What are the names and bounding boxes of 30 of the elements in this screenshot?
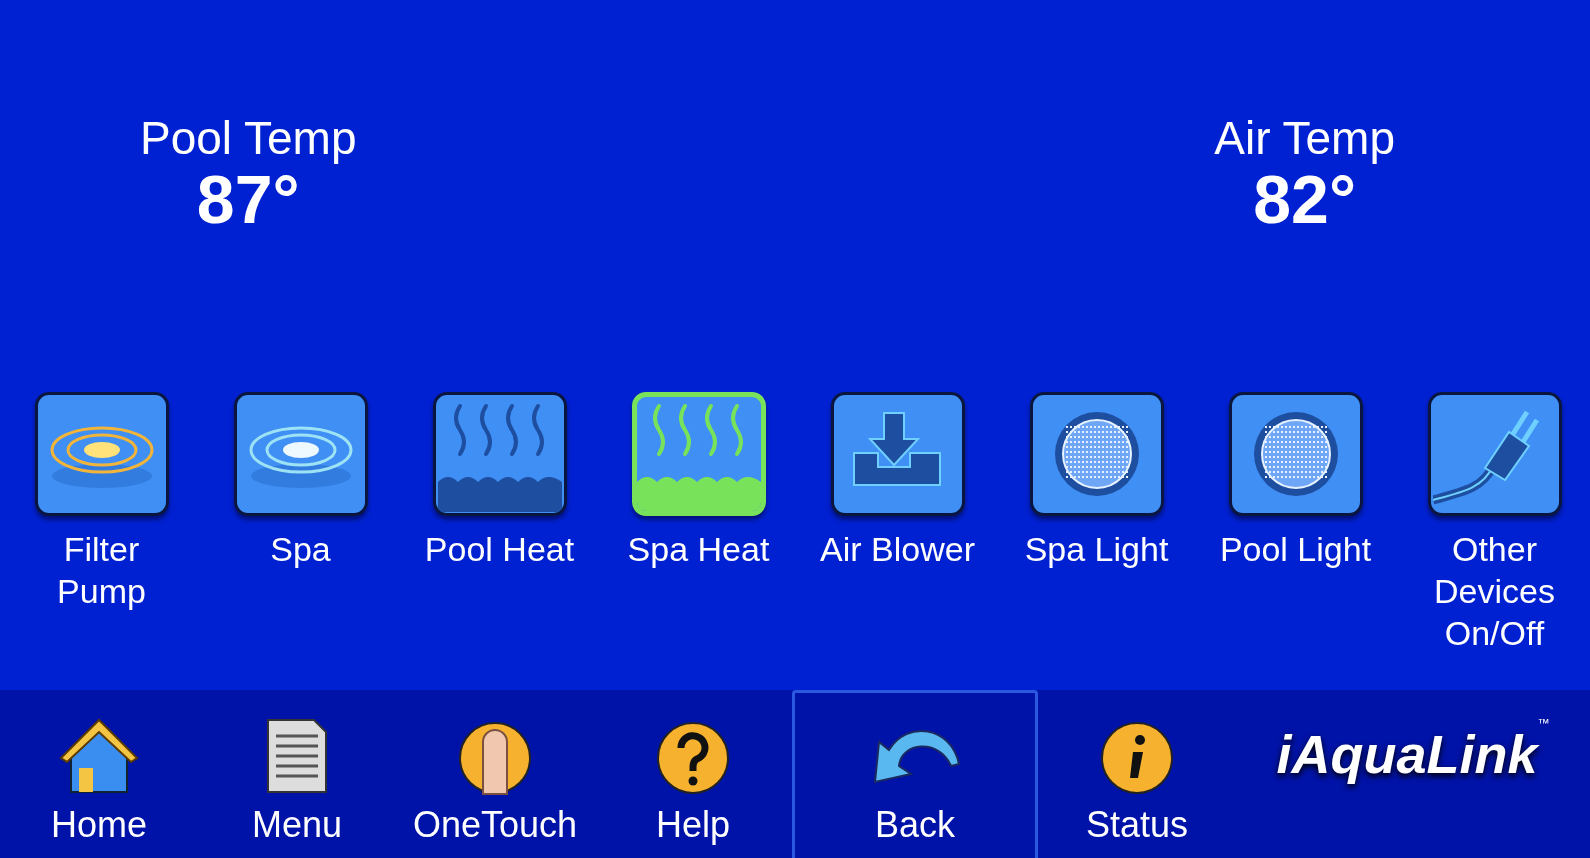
device-label: Spa Heat	[626, 529, 771, 570]
device-button[interactable]	[1427, 392, 1562, 516]
device-label: Spa Light	[1023, 529, 1170, 570]
temperature-label: Pool Temp	[140, 112, 357, 164]
nav-button[interactable]: Menu	[198, 690, 396, 858]
device-label: Air Blower	[819, 529, 976, 570]
device-label: Spa	[269, 529, 332, 570]
info-icon	[1099, 720, 1175, 796]
help-icon	[655, 720, 731, 796]
finger-icon	[457, 720, 533, 796]
device-label: Pool Heat	[423, 529, 576, 570]
nav-button[interactable]: Back	[792, 690, 1038, 858]
device-button[interactable]	[233, 392, 368, 516]
device-button[interactable]	[34, 392, 169, 516]
device-button[interactable]	[1228, 392, 1363, 516]
nav-button[interactable]: Status	[1038, 690, 1236, 858]
nav-button[interactable]: Help	[594, 690, 792, 858]
logo: iAquaLink	[1276, 724, 1538, 785]
device-button[interactable]	[830, 392, 965, 516]
device-label: Pool Light	[1218, 529, 1373, 570]
trademark: ™	[1537, 716, 1550, 730]
house-icon	[57, 716, 141, 796]
device-button[interactable]	[1029, 392, 1164, 516]
nav-button[interactable]: Home	[0, 690, 198, 858]
device-label: Other Devices On/Off	[1433, 529, 1556, 654]
temperature-value: 87°	[196, 164, 300, 234]
nav-button[interactable]: OneTouch	[396, 690, 594, 858]
device-label: Filter Pump	[56, 529, 147, 612]
temperature-value: 82°	[1253, 164, 1357, 234]
temperature-label: Air Temp	[1214, 112, 1395, 164]
